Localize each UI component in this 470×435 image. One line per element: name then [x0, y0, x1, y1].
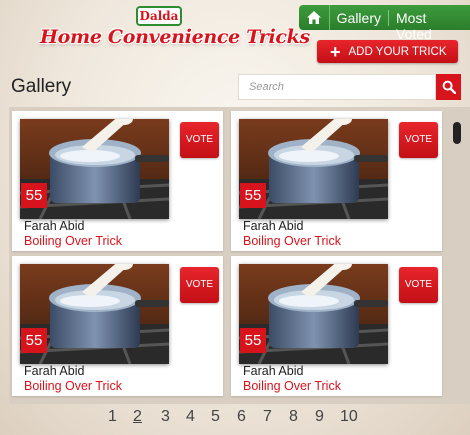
card-trick-title[interactable]: Boiling Over Trick [243, 379, 341, 393]
home-icon [306, 11, 321, 24]
vote-button[interactable]: VOTE [399, 267, 438, 303]
page-link-8[interactable]: 8 [289, 408, 298, 426]
nav-gallery[interactable]: Gallery [330, 9, 389, 26]
page-link-2[interactable]: 2 [133, 408, 142, 426]
vote-count-badge: 55 [21, 328, 47, 353]
app-logo[interactable]: Dalda Home Convenience Tricks [40, 6, 310, 56]
card-author: Farah Abid [24, 364, 85, 378]
search-icon [442, 80, 456, 94]
vote-count-badge: 55 [21, 183, 47, 208]
home-button[interactable] [299, 5, 330, 30]
plus-icon: + [330, 41, 341, 62]
vote-count-badge: 55 [240, 328, 266, 353]
page-title: Gallery [11, 76, 72, 97]
brand-badge: Dalda [136, 6, 182, 26]
page-link-3[interactable]: 3 [161, 408, 170, 426]
page-link-4[interactable]: 4 [186, 408, 195, 426]
search-button[interactable] [436, 74, 461, 100]
vote-count-badge: 55 [240, 183, 266, 208]
card-trick-title[interactable]: Boiling Over Trick [243, 234, 341, 248]
page-link-9[interactable]: 9 [315, 408, 324, 426]
page-link-7[interactable]: 7 [263, 408, 272, 426]
card-trick-title[interactable]: Boiling Over Trick [24, 234, 122, 248]
card-author: Farah Abid [24, 219, 85, 233]
gallery-card[interactable]: 55 VOTE Farah Abid Boiling Over Trick [12, 256, 223, 396]
gallery-card[interactable]: 55 VOTE Farah Abid Boiling Over Trick [231, 111, 442, 251]
card-author: Farah Abid [243, 219, 304, 233]
scrollbar-thumb[interactable] [453, 122, 461, 144]
add-your-trick-button[interactable]: + ADD YOUR TRICK [317, 40, 458, 63]
page-link-5[interactable]: 5 [211, 408, 220, 426]
vote-button[interactable]: VOTE [399, 122, 438, 158]
card-trick-title[interactable]: Boiling Over Trick [24, 379, 122, 393]
scrollbar[interactable] [450, 117, 463, 392]
card-author: Farah Abid [243, 364, 304, 378]
nav-most-voted[interactable]: Most Voted [389, 10, 470, 42]
gallery-card[interactable]: 55 VOTE Farah Abid Boiling Over Trick [12, 111, 223, 251]
page-link-1[interactable]: 1 [108, 408, 117, 426]
top-nav: Gallery Most Voted [299, 5, 470, 42]
vote-button[interactable]: VOTE [180, 122, 219, 158]
page-link-10[interactable]: 10 [340, 408, 358, 426]
gallery-card[interactable]: 55 VOTE Farah Abid Boiling Over Trick [231, 256, 442, 396]
page-link-6[interactable]: 6 [237, 408, 246, 426]
vote-button[interactable]: VOTE [180, 267, 219, 303]
add-your-trick-label: ADD YOUR TRICK [348, 45, 447, 58]
search-input[interactable]: Search [238, 74, 436, 100]
app-title: Home Convenience Tricks [40, 26, 310, 48]
